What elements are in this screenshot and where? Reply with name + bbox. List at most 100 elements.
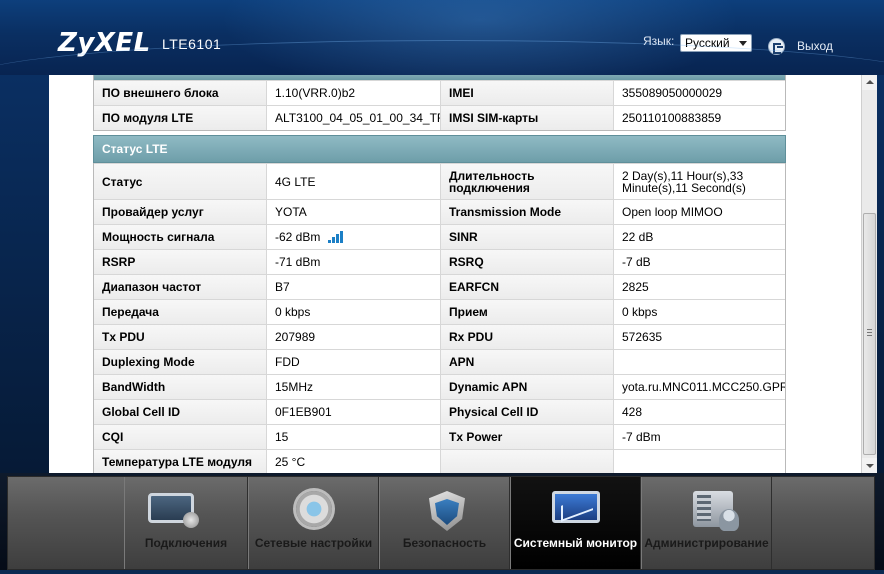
field-value: 572635 <box>614 325 785 349</box>
field-label: Провайдер услуг <box>94 200 267 224</box>
admin-icon <box>693 491 739 531</box>
value-text: YOTA <box>275 205 307 219</box>
bottom-navigation: Подключения Сетевые настройки Безопаснос… <box>0 473 884 574</box>
value-text: 572635 <box>622 330 663 344</box>
field-value: 1.10(VRR.0)b2 <box>267 81 441 105</box>
lte-status-table: Статус 4G LTE Длительность подключения 2 Da… <box>93 163 786 475</box>
field-value: 22 dB <box>614 225 785 249</box>
value-text: 250110100883859 <box>622 111 722 125</box>
nav-label: Подключения <box>144 536 228 550</box>
field-label <box>441 450 614 474</box>
field-value: 4G LTE <box>267 164 441 199</box>
table-row: BandWidth 15MHz Dynamic APN yota.ru.MNC011.… <box>94 374 785 399</box>
label-text: APN <box>449 355 475 369</box>
table-row: ПО внешнего блока 1.10(VRR.0)b2 IMEI 355089… <box>94 80 785 105</box>
label-text: Мощность сигнала <box>102 230 215 244</box>
label-text: Диапазон частот <box>102 280 202 294</box>
field-value: 15 <box>267 425 441 449</box>
field-value: 25 °C <box>267 450 441 474</box>
nav-bar: Подключения Сетевые настройки Безопаснос… <box>7 476 875 570</box>
label-text: BandWidth <box>102 380 166 394</box>
connections-icon <box>148 493 199 528</box>
label-text: IMEI <box>449 86 474 100</box>
table-row: Global Cell ID 0F1EB901 Physical Cell ID 42… <box>94 399 785 424</box>
value-text: 0F1EB901 <box>275 405 332 419</box>
label-text: ПО модуля LTE <box>102 111 194 125</box>
value-text: 15MHz <box>275 380 314 394</box>
scroll-up-button[interactable] <box>862 75 877 90</box>
nav-item-security[interactable]: Безопасность <box>379 477 510 569</box>
vertical-scrollbar[interactable] <box>861 75 877 473</box>
field-label: Статус <box>94 164 267 199</box>
table-row: Мощность сигнала -62 dBm SINR 22 dB <box>94 224 785 249</box>
field-label: Прием <box>441 300 614 324</box>
field-label: Диапазон частот <box>94 275 267 299</box>
field-value: YOTA <box>267 200 441 224</box>
value-text: -62 dBm <box>275 230 321 244</box>
table-row: Провайдер услуг YOTA Transmission Mode Open… <box>94 199 785 224</box>
field-value: Open loop MIMOO <box>614 200 785 224</box>
field-label: BandWidth <box>94 375 267 399</box>
field-label: Длительность подключения <box>441 164 614 199</box>
language-select[interactable]: Русский <box>680 34 752 52</box>
field-value: 0F1EB901 <box>267 400 441 424</box>
value-text: Open loop MIMOO <box>622 205 723 219</box>
label-text: Duplexing Mode <box>102 355 195 369</box>
section-title-lte-status: Статус LTE <box>93 135 786 163</box>
value-text: FDD <box>275 355 300 369</box>
field-label: RSRP <box>94 250 267 274</box>
field-label: IMSI SIM-карты <box>441 106 614 130</box>
value-text: 22 dB <box>622 230 654 244</box>
label-text: Transmission Mode <box>449 205 562 219</box>
table-row: RSRP -71 dBm RSRQ -7 dB <box>94 249 785 274</box>
label-text: Tx PDU <box>102 330 145 344</box>
nav-label: Безопасность <box>402 536 487 550</box>
field-label: ПО модуля LTE <box>94 106 267 130</box>
field-label: Duplexing Mode <box>94 350 267 374</box>
field-label: Global Cell ID <box>94 400 267 424</box>
label-text: IMSI SIM-карты <box>449 111 539 125</box>
value-text: ALT3100_04_05_01_00_34_TF <box>275 111 441 125</box>
table-row: Tx PDU 207989 Rx PDU 572635 <box>94 324 785 349</box>
field-value: 0 kbps <box>267 300 441 324</box>
field-value: B7 <box>267 275 441 299</box>
logout-icon <box>768 38 785 55</box>
label-text: Rx PDU <box>449 330 494 344</box>
nav-item-administration[interactable]: Администрирование <box>641 477 772 569</box>
value-text: 428 <box>622 405 643 419</box>
status-tables: ПО внешнего блока 1.10(VRR.0)b2 IMEI 355089… <box>93 75 786 475</box>
label-text: SINR <box>449 230 478 244</box>
table-row: Диапазон частот B7 EARFCN 2825 <box>94 274 785 299</box>
field-label: RSRQ <box>441 250 614 274</box>
nav-item-connections[interactable]: Подключения <box>124 477 248 569</box>
value-text: -71 dBm <box>275 255 321 269</box>
value-text: 1.10(VRR.0)b2 <box>275 86 356 100</box>
field-label: Tx PDU <box>94 325 267 349</box>
field-value <box>614 350 785 374</box>
value-text: 15 <box>275 430 289 444</box>
label-text: Статус <box>102 174 143 189</box>
scroll-down-button[interactable] <box>862 458 877 473</box>
label-text: Global Cell ID <box>102 405 181 419</box>
field-label: EARFCN <box>441 275 614 299</box>
field-label: Передача <box>94 300 267 324</box>
value-text: 0 kbps <box>275 305 311 319</box>
field-value: 2825 <box>614 275 785 299</box>
model-name: LTE6101 <box>162 36 222 52</box>
nav-item-network-settings[interactable]: Сетевые настройки <box>248 477 379 569</box>
field-label: Температура LTE модуля <box>94 450 267 474</box>
field-value: yota.ru.MNC011.MCC250.GPRS <box>614 375 785 399</box>
field-label: ПО внешнего блока <box>94 81 267 105</box>
language-select-value: Русский <box>685 36 730 50</box>
field-value: -7 dBm <box>614 425 785 449</box>
nav-item-system-monitor[interactable]: Системный монитор <box>510 477 641 569</box>
value-text: 355089050000029 <box>622 86 723 100</box>
field-label: Мощность сигнала <box>94 225 267 249</box>
value-text: 2825 <box>622 280 649 294</box>
field-value: 15MHz <box>267 375 441 399</box>
label-text: Температура LTE модуля <box>102 455 252 469</box>
table-row: Передача 0 kbps Прием 0 kbps <box>94 299 785 324</box>
field-value: 355089050000029 <box>614 81 785 105</box>
device-info-table: ПО внешнего блока 1.10(VRR.0)b2 IMEI 355089… <box>93 80 786 131</box>
scrollbar-thumb[interactable] <box>863 213 876 455</box>
